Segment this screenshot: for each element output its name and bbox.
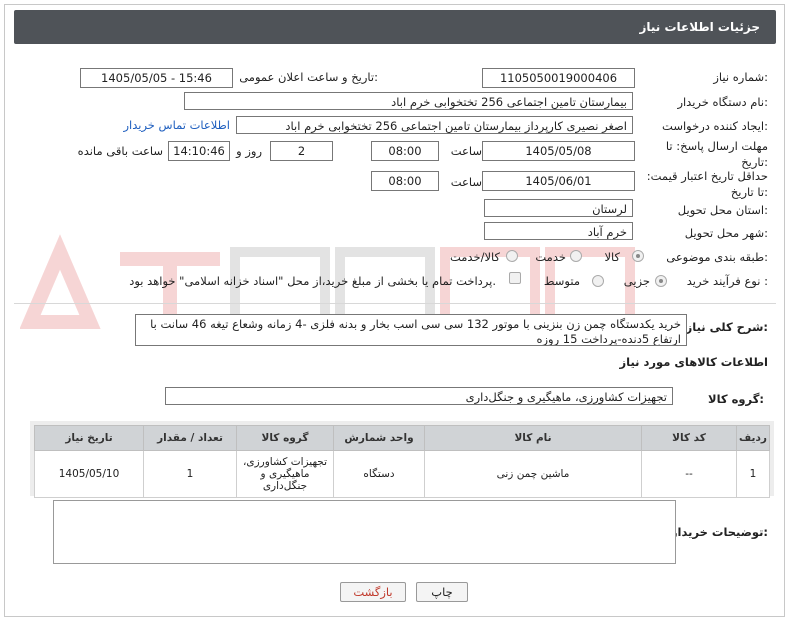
- category-radio-goods[interactable]: [632, 250, 644, 262]
- col-qty: تعداد / مقدار: [143, 425, 237, 451]
- table-row: 1 -- ماشین چمن زنی دستگاه تجهیزات کشاورز…: [34, 450, 770, 498]
- print-button[interactable]: چاپ: [416, 582, 468, 602]
- cell-unit: دستگاه: [333, 450, 425, 498]
- remaining-label: ساعت باقی مانده: [77, 144, 163, 158]
- creator-field: اصغر نصیری کارپرداز بیمارستان تامین اجتم…: [236, 116, 633, 134]
- payment-checkbox[interactable]: [509, 272, 521, 284]
- cell-name: ماشین چمن زنی: [424, 450, 642, 498]
- validity-label: حداقل تاریخ اعتبار قیمت: تا تاریخ:: [646, 169, 768, 199]
- category-label: طبقه بندی موضوعی:: [666, 250, 768, 264]
- process-label: نوع فرآیند خرید :: [686, 274, 768, 288]
- process-radio-medium[interactable]: [592, 275, 604, 287]
- deadline-time-field: 08:00: [371, 141, 439, 161]
- validity-time-label: ساعت: [450, 175, 482, 189]
- items-table: ردیف کد کالا نام کالا واحد شمارش گروه کا…: [34, 425, 770, 498]
- col-name: نام کالا: [424, 425, 642, 451]
- items-table-header: ردیف کد کالا نام کالا واحد شمارش گروه کا…: [34, 425, 770, 451]
- buyer-contact-link[interactable]: اطلاعات تماس خریدار: [123, 118, 230, 132]
- need-number-field: 1105050019000406: [482, 68, 635, 88]
- divider: [14, 303, 776, 304]
- cell-row: 1: [736, 450, 770, 498]
- cell-date: 1405/05/10: [34, 450, 144, 498]
- page-header: جزئیات اطلاعات نیاز: [14, 10, 776, 44]
- city-field: خرم آباد: [484, 222, 633, 240]
- category-option-goods: کالا: [604, 250, 620, 264]
- col-row: ردیف: [736, 425, 770, 451]
- validity-time-field: 08:00: [371, 171, 439, 191]
- need-number-label: شماره نیاز:: [713, 70, 768, 84]
- cell-qty: 1: [143, 450, 237, 498]
- col-code: کد کالا: [641, 425, 737, 451]
- notes-box[interactable]: [53, 500, 676, 564]
- category-option-goods-service: کالا/خدمت: [449, 250, 500, 264]
- province-label: استان محل تحویل:: [677, 203, 768, 217]
- col-group: گروه کالا: [236, 425, 334, 451]
- deadline-label: مهلت ارسال پاسخ: تا تاریخ:: [665, 139, 768, 169]
- city-label: شهر محل تحویل:: [684, 226, 768, 240]
- category-radio-goods-service[interactable]: [506, 250, 518, 262]
- buyer-label: نام دستگاه خریدار:: [677, 95, 768, 109]
- deadline-time-label: ساعت: [450, 144, 482, 158]
- remaining-time-field: 14:10:46: [168, 141, 230, 161]
- days-label: روز و: [236, 144, 262, 158]
- cell-code: --: [641, 450, 737, 498]
- col-unit: واحد شمارش: [333, 425, 425, 451]
- description-label: شرح کلی نیاز:: [685, 320, 768, 334]
- announce-field: 1405/05/05 - 15:46: [80, 68, 233, 88]
- validity-date-field: 1405/06/01: [482, 171, 635, 191]
- back-button[interactable]: بازگشت: [340, 582, 406, 602]
- cell-group: تجهیزات کشاورزی، ماهیگیری و جنگل‌داری: [236, 450, 334, 498]
- goods-group-field: تجهیزات کشاورزی، ماهیگیری و جنگل‌داری: [165, 387, 673, 405]
- deadline-date-field: 1405/05/08: [482, 141, 635, 161]
- process-option-minor: جزیی: [623, 274, 650, 288]
- goods-group-label: گروه کالا:: [708, 392, 764, 406]
- goods-section-title: اطلاعات کالاهای مورد نیاز: [619, 355, 768, 369]
- notes-label: توضیحات خریدار:: [670, 525, 768, 539]
- category-radio-service[interactable]: [570, 250, 582, 262]
- announce-label: تاریخ و ساعت اعلان عمومی:: [239, 70, 378, 84]
- buyer-field: بیمارستان تامین اجتماعی 256 تختخوابی خرم…: [184, 92, 633, 110]
- province-field: لرستان: [484, 199, 633, 217]
- days-field: 2: [270, 141, 333, 161]
- category-option-service: خدمت: [535, 250, 566, 264]
- creator-label: ایجاد کننده درخواست:: [662, 119, 768, 133]
- process-option-medium: متوسط: [543, 274, 580, 288]
- description-textarea[interactable]: خرید یکدستگاه چمن زن بنزینی با موتور 132…: [135, 314, 687, 346]
- page-title: جزئیات اطلاعات نیاز: [639, 20, 760, 34]
- col-date: تاریخ نیاز: [34, 425, 144, 451]
- payment-note: پرداخت تمام یا بخشی از مبلغ خرید،از محل …: [129, 274, 496, 288]
- process-radio-minor[interactable]: [655, 275, 667, 287]
